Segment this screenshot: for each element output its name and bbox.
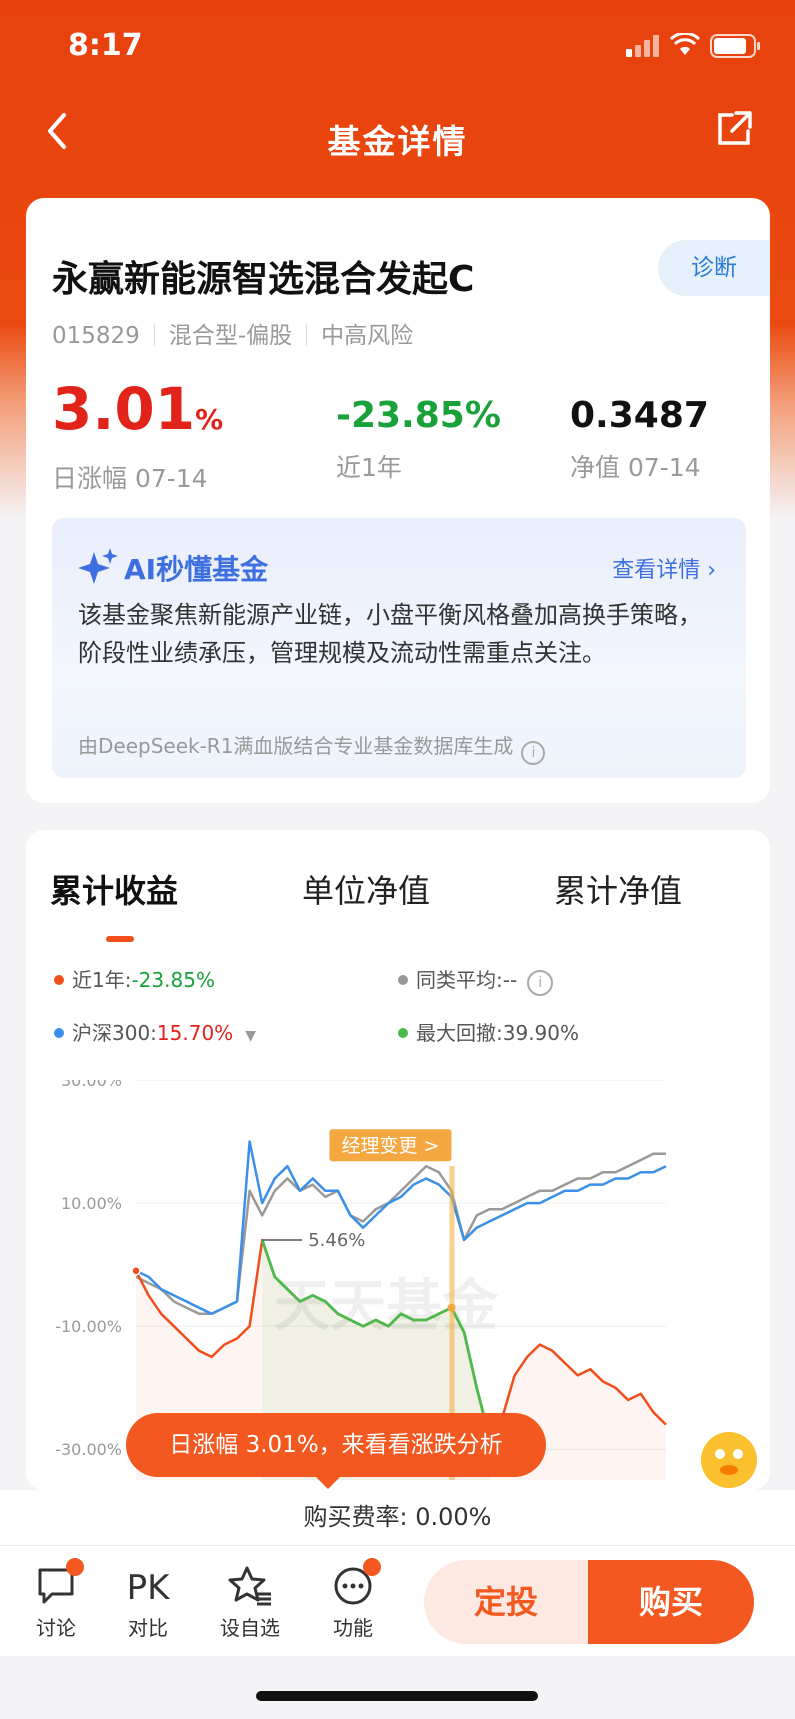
mascot-icon — [701, 1432, 757, 1488]
tab-unit-nav[interactable]: 单位净值 — [302, 866, 430, 912]
pk-icon: PK — [126, 1568, 170, 1608]
legend-dot — [54, 1028, 64, 1038]
sparkle-icon — [78, 548, 118, 584]
signal-icon — [626, 35, 659, 57]
peak-label: 5.46% — [308, 1230, 365, 1251]
analysis-banner[interactable]: 日涨幅 3.01%，来看看涨跌分析 — [126, 1413, 546, 1489]
divider — [153, 324, 155, 346]
fund-code: 015829 — [52, 323, 140, 349]
legend-dot — [398, 975, 408, 985]
legend-drawdown-value: 39.90% — [502, 1021, 580, 1045]
ai-source-text: 由DeepSeek-R1满血版结合专业基金数据库生成 — [78, 734, 514, 758]
manager-change-point — [447, 1303, 456, 1312]
ai-title: AI秒懂基金 — [124, 553, 269, 586]
buy-button[interactable]: 购买 — [588, 1560, 754, 1644]
ai-summary-text: 该基金聚焦新能源产业链，小盘平衡风格叠加高换手策略，阶段性业绩承压，管理规模及流… — [78, 601, 702, 667]
legend-dot — [398, 1028, 408, 1038]
tab-indicator — [106, 936, 134, 942]
notification-dot — [363, 1558, 381, 1576]
start-point — [131, 1266, 141, 1276]
ai-summary-panel: AI秒懂基金 查看详情 › 该基金聚焦新能源产业链，小盘平衡风格叠加高换手策略，… — [52, 518, 746, 778]
y-tick-label: 30.00% — [61, 1080, 122, 1090]
y-tick-label: -10.00% — [55, 1317, 122, 1336]
mascot-icon — [733, 1449, 743, 1459]
tab-cumulative-return[interactable]: 累计收益 — [50, 866, 178, 912]
legend-fund-value: -23.85% — [131, 968, 215, 992]
discuss-label: 讨论 — [36, 1616, 76, 1640]
ai-more-link[interactable]: 查看详情 › — [612, 552, 716, 584]
manager-change-label: 经理变更 > — [341, 1135, 439, 1157]
watchlist-label: 设自选 — [220, 1616, 280, 1640]
more-functions-label: 功能 — [333, 1616, 373, 1640]
trade-buttons: 定投 购买 — [424, 1560, 754, 1644]
status-time: 8:17 — [68, 28, 143, 63]
status-bar: 8:17 — [0, 0, 795, 90]
sip-button[interactable]: 定投 — [424, 1560, 588, 1644]
y-tick-label: 10.00% — [61, 1194, 122, 1213]
year-return-stat: -23.85% 近1年 — [336, 390, 501, 484]
page-title: 基金详情 — [327, 122, 468, 161]
fund-risk: 中高风险 — [321, 323, 414, 349]
ai-source-note: 由DeepSeek-R1满血版结合专业基金数据库生成 i — [78, 730, 546, 765]
watchlist-button[interactable]: 设自选 — [210, 1564, 290, 1641]
chart-tabs: 累计收益 单位净值 累计净值 — [26, 866, 770, 942]
navbar: 基金详情 — [0, 95, 795, 175]
fund-name: 永赢新能源智选混合发起C — [52, 259, 475, 300]
share-icon[interactable] — [714, 109, 754, 149]
daily-change-label: 日涨幅 07-14 — [52, 464, 208, 493]
legend-peer-label: 同类平均: — [416, 968, 503, 992]
legend-fund-label: 近1年: — [72, 968, 132, 992]
bottom-toolbar: 讨论 PK 对比 设自选 功能 定投 购买 — [0, 1545, 795, 1656]
legend-index-label: 沪深300: — [72, 1021, 157, 1045]
compare-label: 对比 — [128, 1616, 168, 1640]
legend-index[interactable]: 沪深300:15.70% ▼ — [54, 1017, 256, 1046]
nav-label: 净值 07-14 — [570, 453, 701, 482]
fund-meta: 015829 混合型-偏股 中高风险 — [52, 316, 413, 350]
notification-dot — [66, 1558, 84, 1576]
mascot-icon — [720, 1465, 738, 1475]
daily-change-unit: % — [195, 403, 224, 436]
legend-peer-value: -- — [502, 968, 518, 992]
legend-dot — [54, 975, 64, 985]
purchase-fee: 购买费率: 0.00% — [0, 1490, 795, 1545]
star-list-icon — [228, 1566, 271, 1606]
more-functions-button[interactable]: 功能 — [313, 1558, 393, 1641]
home-indicator — [256, 1691, 538, 1701]
performance-card: 累计收益 单位净值 累计净值 近1年:-23.85% 同类平均:-- i 沪深30… — [26, 830, 770, 1490]
legend-peer: 同类平均:-- i — [398, 964, 554, 996]
legend-index-value: 15.70% — [156, 1021, 234, 1045]
wifi-icon — [670, 33, 700, 55]
info-icon[interactable]: i — [521, 741, 546, 765]
legend-drawdown: 最大回撤:39.90% — [398, 1017, 579, 1046]
compare-button[interactable]: PK 对比 — [108, 1564, 188, 1641]
divider — [306, 324, 308, 346]
diagnose-button[interactable]: 诊断 — [658, 240, 770, 296]
nav-value: 0.3487 — [570, 395, 709, 436]
dropdown-triangle-icon[interactable]: ▼ — [245, 1028, 256, 1044]
legend-drawdown-label: 最大回撤: — [416, 1021, 503, 1045]
battery-icon — [710, 34, 760, 58]
tab-cumulative-nav[interactable]: 累计净值 — [554, 866, 682, 912]
year-return-label: 近1年 — [336, 453, 402, 482]
info-icon[interactable]: i — [527, 970, 554, 996]
mascot-icon — [715, 1449, 725, 1459]
fund-type: 混合型-偏股 — [168, 323, 293, 349]
discuss-button[interactable]: 讨论 — [16, 1558, 96, 1641]
year-return-value: -23.85% — [336, 395, 501, 436]
daily-change-stat: 3.01% 日涨幅 07-14 — [52, 376, 223, 495]
y-tick-label: -30.00% — [55, 1440, 122, 1459]
fund-summary-card: 永赢新能源智选混合发起C 诊断 015829 混合型-偏股 中高风险 3.01% 日… — [26, 198, 770, 803]
nav-stat: 0.3487 净值 07-14 — [570, 390, 709, 484]
legend-fund: 近1年:-23.85% — [54, 964, 215, 993]
daily-change-value: 3.01 — [52, 375, 196, 443]
